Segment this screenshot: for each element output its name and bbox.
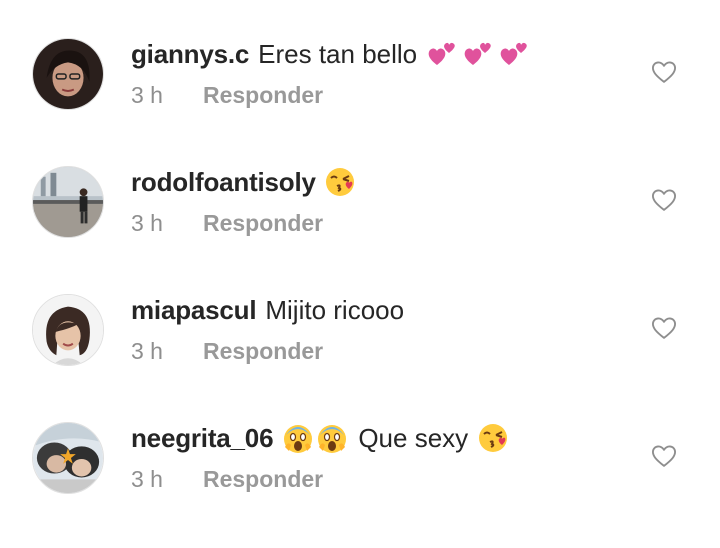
user-avatar-icon [33,423,103,493]
comment-time: 3 h [131,465,163,492]
comment-item: rodolfoantisoly 3 h Responder [0,164,720,292]
comment-line: neegrita_06 Que sexy [131,420,591,456]
comment-line: giannys.c Eres tan bello [131,36,591,72]
kissing-face-emoji [476,421,510,455]
comment-time: 3 h [131,81,163,108]
two-hearts-emoji [463,41,493,67]
avatar[interactable] [32,294,104,366]
heart-outline-icon [651,317,677,339]
two-hearts-emoji [499,41,529,67]
like-button[interactable] [650,442,678,470]
comment-time: 3 h [131,337,163,364]
heart-outline-icon [651,189,677,211]
comment-text: Mijito ricooo [265,295,405,325]
comments-list: giannys.c Eres tan bello 3 h Responder r… [0,0,720,511]
comment-time: 3 h [131,209,163,236]
reply-button[interactable]: Responder [203,82,323,109]
comment-line: rodolfoantisoly [131,164,591,200]
comment-username[interactable]: giannys.c [131,36,249,72]
avatar[interactable] [32,422,104,494]
avatar[interactable] [32,166,104,238]
comment-item: neegrita_06 Que sexy 3 h Responder [0,420,720,548]
heart-outline-icon [651,61,677,83]
comment-line: miapascul Mijito ricooo [131,292,591,328]
comment-item: miapascul Mijito ricooo 3 h Responder [0,292,720,420]
screaming-face-emoji [282,421,314,455]
reply-button[interactable]: Responder [203,338,323,365]
reply-button[interactable]: Responder [203,210,323,237]
heart-outline-icon [651,445,677,467]
like-button[interactable] [650,314,678,342]
comment-username[interactable]: rodolfoantisoly [131,164,316,200]
kissing-face-emoji [323,165,357,199]
like-button[interactable] [650,58,678,86]
comment-meta: 3 h Responder [131,80,323,110]
comment-text: Eres tan bello [258,39,418,69]
reply-button[interactable]: Responder [203,466,323,493]
comment-meta: 3 h Responder [131,464,323,494]
user-avatar-icon [33,295,103,365]
like-button[interactable] [650,186,678,214]
comment-username[interactable]: neegrita_06 [131,420,274,456]
avatar[interactable] [32,38,104,110]
comment-meta: 3 h Responder [131,336,323,366]
user-avatar-icon [33,167,103,237]
comment-username[interactable]: miapascul [131,292,257,328]
two-hearts-emoji [427,41,457,67]
screaming-face-emoji [316,421,348,455]
comment-text: Que sexy [358,423,469,453]
user-avatar-icon [33,39,103,109]
comment-item: giannys.c Eres tan bello 3 h Responder [0,36,720,164]
comment-meta: 3 h Responder [131,208,323,238]
